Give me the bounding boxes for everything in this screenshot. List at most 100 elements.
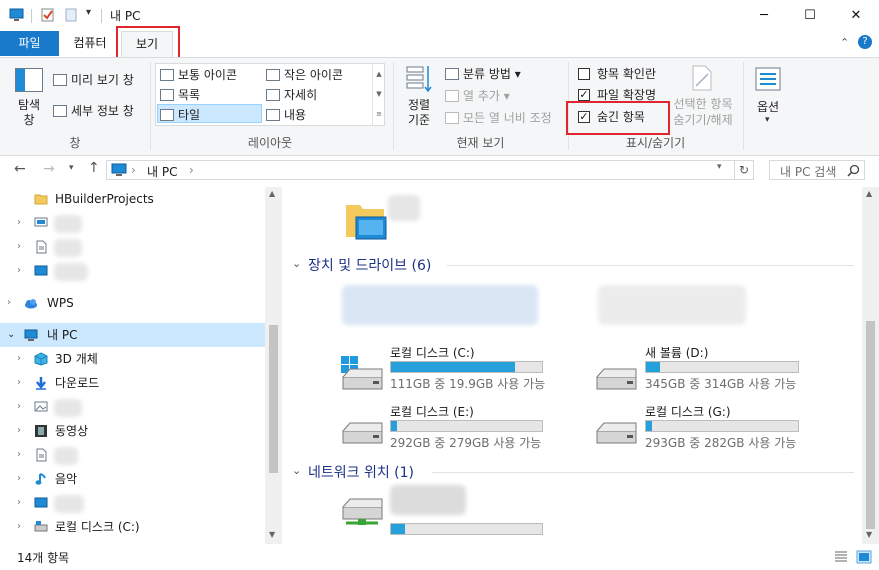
- hdd-icon: [342, 422, 383, 444]
- section-header-devices[interactable]: 장치 및 드라이브 (6): [308, 255, 431, 275]
- layout-list[interactable]: 목록: [160, 86, 200, 103]
- content-scrollbar-thumb[interactable]: [866, 321, 875, 529]
- chevron-right-icon[interactable]: ›: [17, 259, 21, 283]
- nav-item-music[interactable]: › 음악: [0, 467, 265, 491]
- hide-selected-button[interactable]: 선택한 항목 숨기기/해제: [668, 96, 738, 128]
- back-arrow-icon[interactable]: ←: [14, 161, 26, 177]
- chevron-right-icon[interactable]: ›: [17, 491, 21, 515]
- nav-item-3d-objects[interactable]: › 3D 개체: [0, 347, 265, 371]
- ribbon: 탐색 창 미리 보기 창 세부 정보 창 창 보통 아이콘 작은 아이콘 목록 …: [0, 57, 879, 156]
- drive-name[interactable]: 로컬 디스크 (G:): [645, 403, 731, 420]
- network-drive-icon: [342, 498, 383, 525]
- breadcrumb-sep[interactable]: ›: [189, 163, 194, 177]
- sort-by-button[interactable]: 정렬 기준: [403, 98, 435, 128]
- refresh-button[interactable]: ↻: [734, 160, 754, 180]
- search-icon[interactable]: [847, 164, 860, 177]
- qat-dropdown-icon[interactable]: ▾: [86, 7, 91, 18]
- chevron-right-icon[interactable]: ›: [17, 443, 21, 467]
- scroll-down-icon[interactable]: ▼: [866, 530, 872, 539]
- drive-name[interactable]: 로컬 디스크 (E:): [390, 403, 474, 420]
- blurred-label: [54, 215, 82, 233]
- layout-content[interactable]: 내용: [266, 106, 306, 123]
- group-label-show-hide: 표시/숨기기: [625, 136, 686, 150]
- divider: [743, 62, 744, 150]
- nav-item-downloads[interactable]: › 다운로드: [0, 371, 265, 395]
- chevron-right-icon[interactable]: ›: [17, 211, 21, 235]
- layout-scrollbar[interactable]: ▲ ▼ ≡: [372, 64, 385, 125]
- breadcrumb-sep[interactable]: ›: [131, 163, 136, 177]
- properties-icon[interactable]: [40, 8, 55, 22]
- search-box[interactable]: 내 PC 검색: [769, 160, 865, 180]
- options-dropdown-icon[interactable]: ▾: [765, 115, 770, 125]
- tab-computer[interactable]: 컴퓨터: [59, 31, 121, 56]
- nav-item[interactable]: ›: [0, 259, 265, 283]
- help-icon[interactable]: ?: [858, 35, 872, 49]
- details-pane-button[interactable]: 세부 정보 창: [53, 102, 134, 119]
- options-button[interactable]: 옵션: [756, 98, 780, 115]
- breadcrumb[interactable]: 내 PC: [147, 163, 177, 180]
- nav-item[interactable]: ›: [0, 395, 265, 419]
- item-checkboxes-label[interactable]: 항목 확인란: [597, 65, 656, 82]
- section-header-network[interactable]: 네트워크 위치 (1): [308, 462, 414, 482]
- file-extensions-checkbox[interactable]: ✓: [578, 89, 590, 101]
- content-scrollbar[interactable]: ▲ ▼: [862, 187, 879, 544]
- chevron-down-icon[interactable]: ⌄: [292, 464, 301, 477]
- nav-item-this-pc[interactable]: ⌄ 내 PC: [0, 323, 265, 347]
- scroll-up-icon[interactable]: ▲: [866, 189, 872, 198]
- navigation-pane-button[interactable]: 탐색 창: [14, 98, 44, 128]
- layout-small-icons[interactable]: 작은 아이콘: [266, 66, 343, 83]
- nav-item[interactable]: ›: [0, 443, 265, 467]
- minimize-button[interactable]: ─: [741, 0, 787, 31]
- layout-large-icons[interactable]: 보통 아이콘: [160, 66, 237, 83]
- nav-item-hbuilderprojects[interactable]: HBuilderProjects: [0, 187, 265, 211]
- add-columns-button[interactable]: 열 추가 ▾: [445, 87, 510, 104]
- nav-item-local-disk-c[interactable]: › 로컬 디스크 (C:): [0, 515, 265, 539]
- preview-pane-button[interactable]: 미리 보기 창: [53, 71, 134, 88]
- chevron-right-icon[interactable]: ›: [17, 371, 21, 395]
- up-arrow-icon[interactable]: ↑: [88, 160, 100, 176]
- forward-arrow-icon[interactable]: →: [43, 161, 55, 177]
- layout-tiles[interactable]: 타일: [160, 106, 200, 123]
- details-view-icon[interactable]: [833, 550, 849, 564]
- large-icons-view-icon[interactable]: [856, 550, 872, 564]
- ribbon-collapse-icon[interactable]: ⌃: [840, 36, 849, 49]
- chevron-right-icon[interactable]: ›: [17, 419, 21, 443]
- close-button[interactable]: ✕: [833, 0, 879, 31]
- divider: [31, 9, 32, 23]
- nav-item[interactable]: ›: [0, 235, 265, 259]
- chevron-right-icon[interactable]: ›: [17, 347, 21, 371]
- chevron-down-icon[interactable]: ⌄: [7, 323, 15, 347]
- folder-icon[interactable]: [344, 197, 388, 241]
- size-columns-button[interactable]: 모든 열 너비 조정: [445, 109, 552, 126]
- scroll-down-icon[interactable]: ▼: [269, 530, 275, 539]
- section-toggle-network[interactable]: ⌄: [292, 462, 301, 478]
- nav-item-videos[interactable]: › 동영상: [0, 419, 265, 443]
- drive-name[interactable]: 로컬 디스크 (C:): [390, 344, 475, 361]
- nav-label: 3D 개체: [55, 352, 98, 366]
- nav-scrollbar[interactable]: ▲ ▼: [265, 187, 282, 544]
- new-folder-icon[interactable]: [64, 8, 79, 22]
- nav-scrollbar-thumb[interactable]: [269, 325, 278, 473]
- recent-locations-icon[interactable]: ▾: [69, 163, 74, 173]
- chevron-right-icon[interactable]: ›: [17, 395, 21, 419]
- size-columns-label: 모든 열 너비 조정: [463, 111, 552, 125]
- nav-item[interactable]: ›: [0, 211, 265, 235]
- drive-name[interactable]: 새 볼륨 (D:): [645, 344, 708, 361]
- item-checkboxes-checkbox[interactable]: [578, 68, 590, 80]
- address-bar[interactable]: › 내 PC › ▾: [106, 160, 754, 180]
- nav-item-wps[interactable]: › WPS: [0, 291, 265, 315]
- address-dropdown-icon[interactable]: ▾: [717, 162, 722, 172]
- group-by-button[interactable]: 분류 방법 ▾: [445, 65, 521, 82]
- maximize-button[interactable]: ☐: [787, 0, 833, 31]
- desktop-icon: [34, 265, 48, 276]
- nav-item[interactable]: ›: [0, 491, 265, 515]
- tab-file[interactable]: 파일: [0, 31, 59, 56]
- chevron-right-icon[interactable]: ›: [17, 515, 21, 539]
- layout-details[interactable]: 자세히: [266, 86, 317, 103]
- chevron-down-icon[interactable]: ⌄: [292, 257, 301, 270]
- scroll-up-icon[interactable]: ▲: [269, 189, 275, 198]
- section-toggle-devices[interactable]: ⌄: [292, 255, 301, 271]
- chevron-right-icon[interactable]: ›: [17, 235, 21, 259]
- chevron-right-icon[interactable]: ›: [17, 467, 21, 491]
- chevron-right-icon[interactable]: ›: [7, 291, 11, 315]
